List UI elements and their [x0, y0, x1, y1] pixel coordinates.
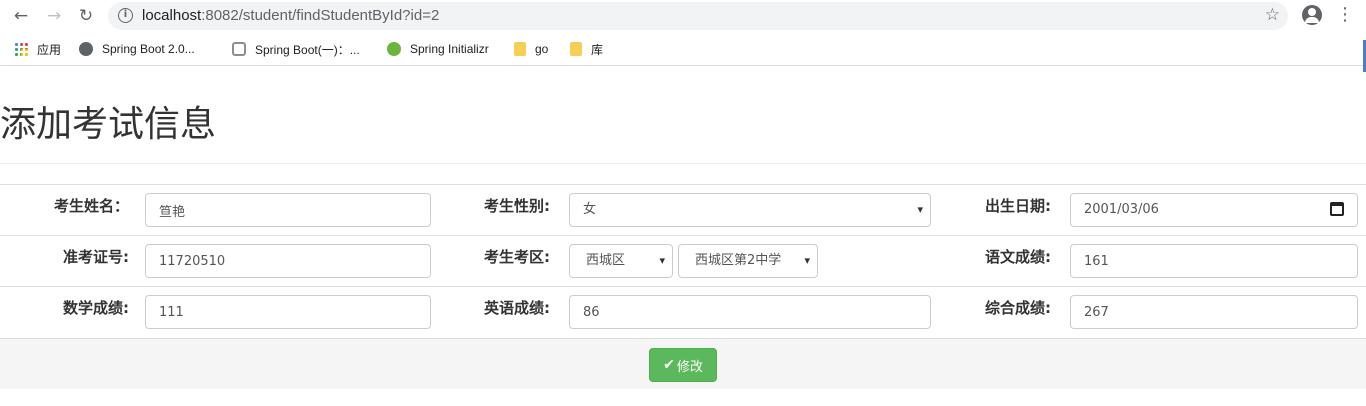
bookmark-label: 库 — [591, 42, 604, 57]
gender-select[interactable]: 女 ▾ — [569, 193, 931, 227]
birth-date-value: 2001/03/06 — [1070, 193, 1358, 227]
exam-no-label: 准考证号: — [0, 235, 145, 287]
bookmark-spring-initializr[interactable]: Spring Initializr — [387, 40, 489, 58]
gender-cell: 女 ▾ — [569, 184, 985, 236]
chinese-label: 语文成绩: — [985, 235, 1070, 287]
folder-icon — [570, 42, 582, 56]
globe-icon — [79, 42, 93, 56]
forward-arrow-icon[interactable]: → — [42, 4, 66, 28]
menu-dots-icon[interactable]: ⋮ — [1336, 4, 1354, 26]
school-select-value: 西城区第2中学 — [678, 244, 818, 278]
form-row: 数学成绩: 英语成绩: 综合成绩: — [0, 286, 1366, 338]
district-label: 考生考区: — [484, 235, 569, 287]
english-score-input[interactable] — [569, 295, 931, 329]
district-cell: 西城区 ▾ 西城区第2中学 ▾ — [569, 235, 985, 287]
form-row: 准考证号: 考生考区: 西城区 ▾ 西城区第2中学 ▾ 语文成绩: — [0, 235, 1366, 287]
apps-icon — [14, 42, 28, 56]
bookmark-label: Spring Boot(一)：... — [255, 42, 360, 57]
calendar-icon[interactable] — [1330, 202, 1344, 216]
bookmark-label: Spring Boot 2.0... — [102, 42, 195, 56]
exam-no-cell — [145, 235, 484, 287]
birth-cell: 2001/03/06 — [1070, 184, 1366, 236]
gender-select-value: 女 — [569, 193, 931, 227]
birth-date-input[interactable]: 2001/03/06 — [1070, 193, 1358, 227]
math-score-input[interactable] — [145, 295, 431, 329]
site-info-icon[interactable]: i — [118, 8, 133, 23]
name-input[interactable] — [145, 193, 431, 227]
chrome-divider — [0, 65, 1366, 66]
form-row: 考生姓名： 考生性别: 女 ▾ 出生日期: 2001/03/06 — [0, 184, 1366, 236]
bookmark-spring-boot-2[interactable]: Spring Boot 2.0... — [79, 40, 195, 58]
url-text: localhost:8082/student/findStudentById?i… — [142, 7, 440, 24]
name-cell — [145, 184, 484, 236]
profile-avatar-icon[interactable] — [1302, 5, 1322, 25]
bookmark-label: Spring Initializr — [410, 42, 489, 56]
modify-button-label: 修改 — [676, 359, 703, 375]
school-select[interactable]: 西城区第2中学 ▾ — [678, 244, 818, 278]
bookmark-spring-boot-1[interactable]: Spring Boot(一)：... — [232, 40, 360, 58]
folder-icon — [514, 42, 526, 56]
chinese-cell — [1070, 235, 1366, 287]
bookmark-ku[interactable]: 库 — [570, 40, 603, 58]
english-label: 英语成绩: — [484, 286, 569, 338]
math-label: 数学成绩: — [0, 286, 145, 338]
bookmark-label: go — [535, 42, 549, 56]
page-title: 添加考试信息 — [0, 104, 217, 145]
english-cell — [569, 286, 985, 338]
name-label: 考生姓名： — [0, 184, 145, 236]
birth-label: 出生日期: — [985, 184, 1070, 236]
reload-icon[interactable]: ↻ — [74, 4, 98, 28]
gender-label: 考生性别: — [484, 184, 569, 236]
bookmark-go[interactable]: go — [514, 40, 548, 58]
bookmark-label: 应用 — [37, 42, 62, 57]
bookmarks-bar: 应用 Spring Boot 2.0... Spring Boot(一)：...… — [0, 34, 1366, 62]
bookmark-star-icon[interactable]: ☆ — [1265, 5, 1280, 25]
composite-label: 综合成绩: — [985, 286, 1070, 338]
spring-boot-icon — [232, 42, 246, 56]
address-bar[interactable]: i localhost:8082/student/findStudentById… — [108, 2, 1288, 30]
back-arrow-icon[interactable]: ← — [9, 4, 33, 28]
district-select[interactable]: 西城区 ▾ — [569, 244, 673, 278]
composite-cell — [1070, 286, 1366, 338]
district-select-value: 西城区 — [569, 244, 673, 278]
form-footer: ✔ 修改 — [0, 338, 1366, 389]
title-divider — [0, 163, 1366, 164]
browser-toolbar: ← → ↻ i localhost:8082/student/findStude… — [0, 0, 1366, 32]
composite-score-input[interactable] — [1070, 295, 1358, 329]
chinese-score-input[interactable] — [1070, 244, 1358, 278]
math-cell — [145, 286, 484, 338]
exam-no-input[interactable] — [145, 244, 431, 278]
bookmark-apps[interactable]: 应用 — [14, 40, 61, 58]
exam-info-form: 考生姓名： 考生性别: 女 ▾ 出生日期: 2001/03/06 准考证号: 考… — [0, 184, 1366, 338]
spring-initializr-icon — [387, 42, 401, 56]
check-icon: ✔ — [663, 357, 675, 373]
modify-button[interactable]: ✔ 修改 — [649, 348, 717, 382]
